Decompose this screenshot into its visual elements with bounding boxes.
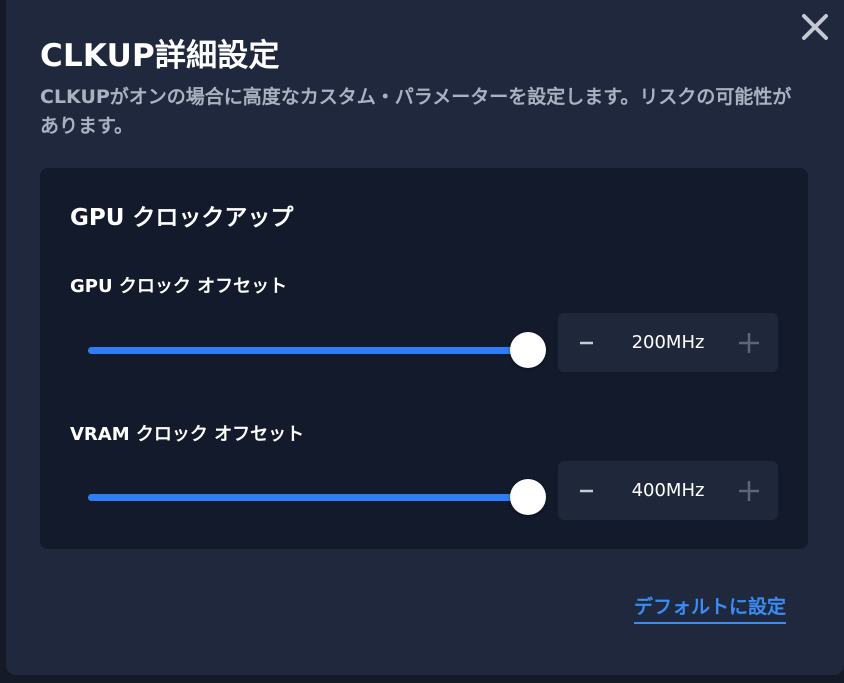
slider-thumb[interactable] bbox=[510, 479, 546, 515]
dialog-title: CLKUP詳細設定 bbox=[40, 38, 280, 74]
panel-title: GPU クロックアップ bbox=[70, 205, 294, 231]
increment-button[interactable] bbox=[720, 313, 778, 372]
close-icon bbox=[802, 14, 828, 40]
decrement-button[interactable] bbox=[558, 313, 616, 372]
slider-fill bbox=[88, 494, 528, 501]
close-button[interactable] bbox=[798, 10, 832, 44]
vram-clock-offset-stepper: 400MHz bbox=[558, 461, 778, 520]
clkup-settings-dialog: CLKUP詳細設定 CLKUPがオンの場合に高度なカスタム・パラメーターを設定し… bbox=[6, 0, 844, 675]
vram-clock-offset-slider[interactable] bbox=[88, 477, 546, 517]
gpu-clock-offset-label: GPU クロック オフセット bbox=[70, 276, 288, 297]
increment-button[interactable] bbox=[720, 461, 778, 520]
vram-clock-offset-value[interactable]: 400MHz bbox=[616, 461, 720, 520]
minus-icon bbox=[580, 489, 593, 493]
slider-fill bbox=[88, 347, 528, 354]
dialog-description: CLKUPがオンの場合に高度なカスタム・パラメーターを設定します。リスクの可能性… bbox=[40, 86, 792, 137]
gpu-clock-offset-value[interactable]: 200MHz bbox=[616, 313, 720, 372]
gpu-clock-offset-slider[interactable] bbox=[88, 330, 546, 370]
slider-thumb[interactable] bbox=[510, 332, 546, 368]
plus-icon bbox=[739, 333, 759, 353]
reset-to-default-link[interactable]: デフォルトに設定 bbox=[634, 592, 787, 624]
gpu-clockup-panel: GPU クロックアップ GPU クロック オフセット 200MHz VRAM ク… bbox=[40, 168, 808, 549]
vram-clock-offset-label: VRAM クロック オフセット bbox=[70, 424, 305, 445]
minus-icon bbox=[580, 341, 593, 345]
gpu-clock-offset-stepper: 200MHz bbox=[558, 313, 778, 372]
decrement-button[interactable] bbox=[558, 461, 616, 520]
plus-icon bbox=[739, 481, 759, 501]
